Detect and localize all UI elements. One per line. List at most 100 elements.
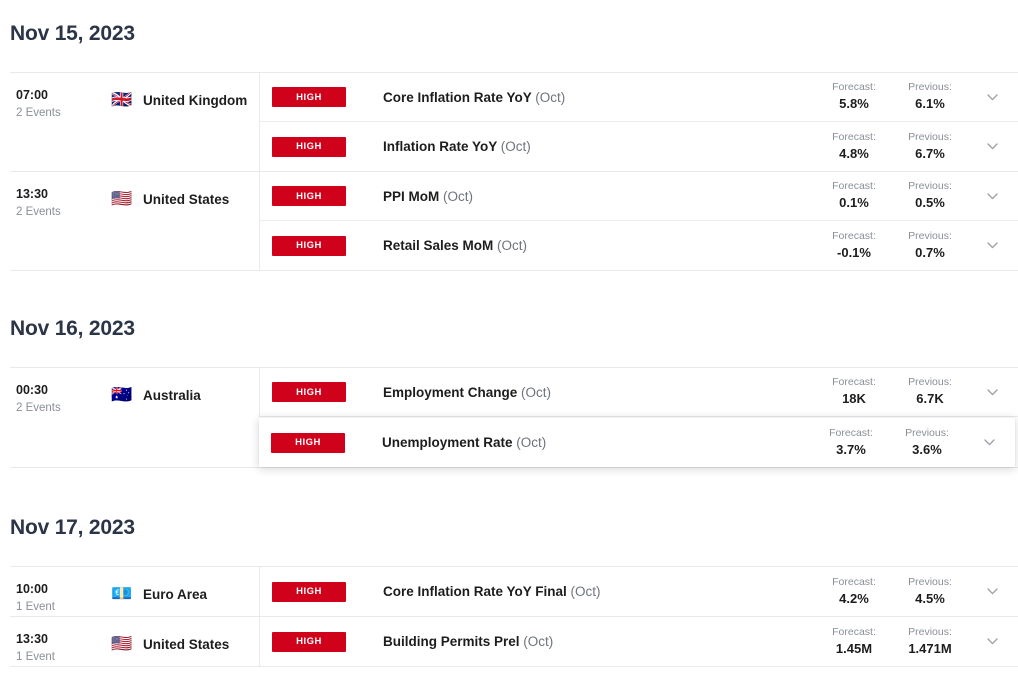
forecast-label: Forecast: xyxy=(832,376,876,389)
forecast-value: 4.2% xyxy=(839,590,869,606)
impact-badge: HIGH xyxy=(272,186,346,206)
previous-stat: Previous: 6.7% xyxy=(894,130,966,163)
previous-value: 3.6% xyxy=(912,441,942,457)
country-name: United States xyxy=(143,636,230,652)
previous-stat: Previous: 0.5% xyxy=(894,179,966,212)
country-group: 10:00 1 Event 💶 Euro Area HIGH Core Inflation… xyxy=(10,567,1018,617)
day-section: Nov 15, 2023 07:00 2 Events 🇬🇧 United Kingdo… xyxy=(0,0,1018,271)
expand-event-button[interactable] xyxy=(966,368,1018,416)
expand-event-button[interactable] xyxy=(966,221,1018,270)
previous-label: Previous: xyxy=(908,229,952,242)
expand-event-button[interactable] xyxy=(966,567,1018,616)
table-row[interactable]: HIGH Retail Sales MoM (Oct) Forecast: -0.1%… xyxy=(260,221,1018,270)
previous-value: 0.5% xyxy=(915,195,945,211)
day-table: 00:30 2 Events 🇦🇺 Australia HIGH Employment C… xyxy=(10,367,1018,468)
event-time-country-cell: 07:00 2 Events 🇬🇧 United Kingdom xyxy=(10,73,260,171)
forecast-stat: Forecast: 0.1% xyxy=(818,179,890,212)
country-name: United Kingdom xyxy=(143,92,248,108)
day-heading: Nov 17, 2023 xyxy=(10,516,135,539)
previous-label: Previous: xyxy=(908,81,952,94)
previous-stat: Previous: 6.7K xyxy=(894,375,966,408)
impact-badge: HIGH xyxy=(272,87,346,107)
previous-label: Previous: xyxy=(908,625,952,638)
event-period: (Oct) xyxy=(443,188,474,204)
event-name[interactable]: Core Inflation Rate YoY Final (Oct) xyxy=(383,584,818,599)
event-name-text: PPI MoM xyxy=(383,188,440,204)
expand-event-button[interactable] xyxy=(966,73,1018,121)
previous-value: 0.7% xyxy=(915,244,945,260)
country-flag-icon: 🇬🇧 xyxy=(111,89,133,110)
event-name-text: Employment Change xyxy=(383,384,518,400)
country-name: Euro Area xyxy=(143,586,208,602)
event-name[interactable]: Inflation Rate YoY (Oct) xyxy=(383,139,818,154)
forecast-value: 4.8% xyxy=(839,145,869,161)
forecast-value: 1.45M xyxy=(835,640,873,656)
forecast-label: Forecast: xyxy=(832,180,876,193)
event-period: (Oct) xyxy=(570,584,601,599)
forecast-stat: Forecast: 4.8% xyxy=(818,130,890,163)
previous-value: 1.471M xyxy=(908,640,952,656)
event-name[interactable]: Building Permits Prel (Oct) xyxy=(383,634,818,649)
country-label: 🇺🇸 United States xyxy=(110,633,259,654)
day-table: 07:00 2 Events 🇬🇧 United Kingdom HIGH Core In… xyxy=(10,72,1018,271)
forecast-label: Forecast: xyxy=(832,229,876,242)
event-name[interactable]: PPI MoM (Oct) xyxy=(383,189,818,204)
event-name[interactable]: Employment Change (Oct) xyxy=(383,385,818,400)
forecast-stat: Forecast: 18K xyxy=(818,375,890,408)
event-name[interactable]: Core Inflation Rate YoY (Oct) xyxy=(383,90,818,105)
table-row[interactable]: HIGH Building Permits Prel (Oct) Forecast:… xyxy=(260,617,1018,666)
forecast-value: 0.1% xyxy=(839,195,869,211)
expand-event-button[interactable] xyxy=(966,617,1018,666)
event-name[interactable]: Retail Sales MoM (Oct) xyxy=(383,238,818,253)
previous-stat: Previous: 3.6% xyxy=(891,426,963,459)
previous-stat: Previous: 0.7% xyxy=(894,229,966,262)
impact-badge: HIGH xyxy=(272,136,346,157)
forecast-stat: Forecast: 4.2% xyxy=(818,575,890,608)
event-name-text: Inflation Rate YoY xyxy=(383,139,498,154)
country-flag-icon: 💶 xyxy=(111,583,133,604)
country-flag-icon: 🇺🇸 xyxy=(111,633,133,654)
expand-event-button[interactable] xyxy=(963,418,1015,467)
country-label: 🇬🇧 United Kingdom xyxy=(110,89,259,110)
country-group: 00:30 2 Events 🇦🇺 Australia HIGH Employment C… xyxy=(10,368,1018,468)
previous-label: Previous: xyxy=(908,575,952,588)
forecast-value: -0.1% xyxy=(837,244,871,260)
previous-value: 4.5% xyxy=(915,590,945,606)
forecast-value: 18K xyxy=(842,391,866,407)
country-group: 13:30 1 Event 🇺🇸 United States HIGH Building … xyxy=(10,617,1018,667)
impact-badge: HIGH xyxy=(272,581,346,602)
country-name: Australia xyxy=(143,387,201,403)
impact-badge: HIGH xyxy=(272,631,346,652)
table-row[interactable]: HIGH Inflation Rate YoY (Oct) Forecast: 4.8… xyxy=(260,122,1018,171)
country-name: United States xyxy=(143,191,230,207)
expand-event-button[interactable] xyxy=(966,122,1018,171)
table-row[interactable]: HIGH Employment Change (Oct) Forecast: 18K P… xyxy=(260,368,1018,417)
event-name-text: Core Inflation Rate YoY Final xyxy=(383,584,567,599)
economic-calendar: Nov 15, 2023 07:00 2 Events 🇬🇧 United Kingdo… xyxy=(0,0,1018,683)
previous-value: 6.1% xyxy=(915,96,945,112)
table-row[interactable]: HIGH Unemployment Rate (Oct) Forecast: 3.7%… xyxy=(259,417,1015,467)
forecast-value: 3.7% xyxy=(836,441,866,457)
forecast-label: Forecast: xyxy=(829,426,873,439)
impact-badge: HIGH xyxy=(271,432,345,453)
forecast-label: Forecast: xyxy=(832,575,876,588)
impact-badge: HIGH xyxy=(272,382,346,402)
event-period: (Oct) xyxy=(521,384,552,400)
forecast-stat: Forecast: 5.8% xyxy=(818,80,890,113)
event-name[interactable]: Unemployment Rate (Oct) xyxy=(382,435,815,450)
previous-stat: Previous: 1.471M xyxy=(894,625,966,658)
day-heading: Nov 16, 2023 xyxy=(10,317,135,340)
event-time-country-cell: 00:30 2 Events 🇦🇺 Australia xyxy=(10,368,260,467)
event-rows: HIGH Building Permits Prel (Oct) Forecast:… xyxy=(260,617,1018,666)
table-row[interactable]: HIGH PPI MoM (Oct) Forecast: 0.1% Previous: 0… xyxy=(260,172,1018,221)
previous-stat: Previous: 6.1% xyxy=(894,80,966,113)
event-rows: HIGH Employment Change (Oct) Forecast: 18K P… xyxy=(259,368,1018,467)
country-label: 🇺🇸 United States xyxy=(110,190,259,208)
expand-event-button[interactable] xyxy=(966,172,1018,220)
day-section: Nov 17, 2023 10:00 1 Event 💶 Euro Area HIGH Co… xyxy=(0,468,1018,667)
previous-stat: Previous: 4.5% xyxy=(894,575,966,608)
event-period: (Oct) xyxy=(516,435,547,450)
table-row[interactable]: HIGH Core Inflation Rate YoY (Oct) Forecas… xyxy=(260,73,1018,122)
table-row[interactable]: HIGH Core Inflation Rate YoY Final (Oct) F… xyxy=(260,567,1018,616)
forecast-stat: Forecast: 1.45M xyxy=(818,625,890,658)
